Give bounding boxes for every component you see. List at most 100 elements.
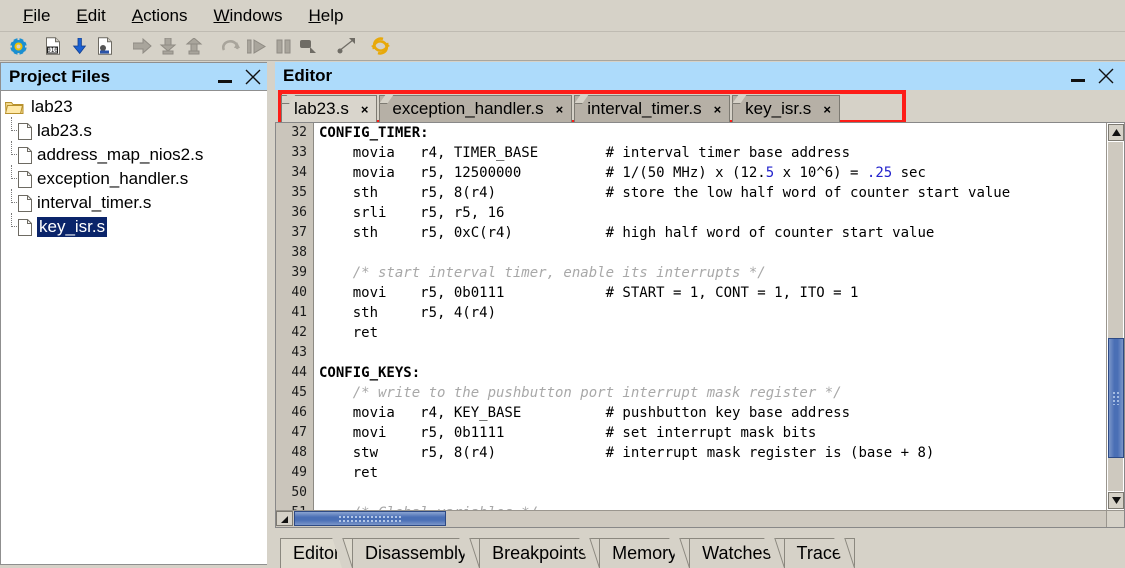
code-line[interactable]: sth r5, 4(r4) [315, 303, 1106, 323]
bottom-tab-trace[interactable]: Trace [783, 538, 855, 568]
editor-tab-exception_handler-s[interactable]: exception_handler.s × [379, 95, 573, 122]
code-line[interactable]: ret [315, 463, 1106, 483]
code-line[interactable] [315, 343, 1106, 363]
refresh-icon[interactable] [367, 34, 393, 58]
code-line[interactable]: movia r4, KEY_BASE # pushbutton key base… [315, 403, 1106, 423]
code-token: ret [319, 325, 379, 341]
line-number: 46 [291, 405, 307, 420]
code-token: # 1/(50 MHz) x (12. [605, 165, 766, 181]
code-token: sth r5, 8(r4) [319, 185, 606, 201]
menu-item-help[interactable]: Help [295, 4, 356, 28]
restart-icon [218, 34, 244, 58]
close-icon[interactable] [244, 68, 262, 86]
svg-text:010: 010 [47, 47, 58, 54]
code-line[interactable]: CONFIG_TIMER: [315, 123, 1106, 143]
vertical-scroll-thumb[interactable] [1108, 338, 1124, 458]
code-line[interactable]: sth r5, 8(r4) # store the low half word … [315, 183, 1106, 203]
minimize-icon[interactable] [1069, 67, 1087, 85]
close-tab-icon[interactable]: × [823, 103, 831, 116]
panel-divider[interactable] [267, 62, 273, 568]
tree-item-exception_handler-s[interactable]: exception_handler.s [5, 165, 272, 191]
code-line[interactable]: CONFIG_KEYS: [315, 363, 1106, 383]
code-line[interactable]: movi r5, 0b0111 # START = 1, CONT = 1, I… [315, 283, 1106, 303]
close-icon[interactable] [1097, 67, 1115, 85]
editor-tab-lab23-s[interactable]: lab23.s × [281, 95, 378, 122]
code-line[interactable] [315, 483, 1106, 503]
code-line[interactable] [315, 243, 1106, 263]
download-icon[interactable] [66, 34, 92, 58]
code-line[interactable]: srli r5, r5, 16 [315, 203, 1106, 223]
code-line[interactable]: movia r5, 12500000 # 1/(50 MHz) x (12.5 … [315, 163, 1106, 183]
bottom-tab-label: Memory [612, 543, 678, 563]
close-tab-icon[interactable]: × [361, 103, 369, 116]
code-line[interactable]: /* write to the pushbutton port interrup… [315, 383, 1106, 403]
run-icon [244, 34, 270, 58]
source-code-area[interactable]: CONFIG_TIMER: movia r4, TIMER_BASE # int… [315, 123, 1106, 510]
line-number: 32 [291, 125, 307, 140]
code-line[interactable]: /* Global variables */ [315, 503, 1106, 510]
menu-item-actions[interactable]: Actions [119, 4, 201, 28]
file-icon [18, 122, 32, 140]
code-line[interactable]: sth r5, 0xC(r4) # high half word of coun… [315, 223, 1106, 243]
project-files-window-buttons [216, 68, 266, 86]
code-line[interactable]: movia r4, TIMER_BASE # interval timer ba… [315, 143, 1106, 163]
tree-item-label: address_map_nios2.s [37, 145, 204, 164]
line-number: 40 [291, 285, 307, 300]
tree-item-lab23-s[interactable]: lab23.s [5, 117, 272, 143]
bottom-tab-memory[interactable]: Memory [599, 538, 691, 568]
scroll-down-icon[interactable] [1108, 492, 1124, 509]
horizontal-scroll-thumb[interactable] [294, 511, 446, 526]
editor-panel: Editor lab23.s × exception_handler.s × inter… [275, 62, 1125, 568]
horizontal-scrollbar[interactable] [276, 510, 1106, 527]
vertical-scrollbar[interactable] [1106, 123, 1124, 510]
tree-item-interval_timer-s[interactable]: interval_timer.s [5, 189, 272, 215]
menu-label: indows [229, 5, 283, 25]
code-line[interactable]: ret [315, 323, 1106, 343]
code-token: # pushbutton key base address [605, 405, 851, 421]
compile-icon[interactable]: 010 [40, 34, 66, 58]
line-number: 37 [291, 225, 307, 240]
code-line[interactable]: /* start interval timer, enable its inte… [315, 263, 1106, 283]
scroll-left-icon[interactable] [276, 511, 293, 526]
editor-tab-key_isr-s[interactable]: key_isr.s × [732, 95, 840, 122]
code-view[interactable]: 32 33 34 35 36 37 38 39 40 41 42 43 44 45 46 47 48 49 50 51… [276, 123, 1106, 510]
menu-mnemonic: F [23, 5, 34, 25]
close-tab-icon[interactable]: × [556, 103, 564, 116]
load-program-icon[interactable] [92, 34, 118, 58]
line-number: 41 [291, 305, 307, 320]
code-token: # interrupt mask register is (base + 8) [605, 445, 935, 461]
scroll-up-icon[interactable] [1108, 124, 1124, 141]
line-number: 49 [291, 465, 307, 480]
tree-item-address_map_nios2-s[interactable]: address_map_nios2.s [5, 141, 272, 167]
tree-root-label: lab23 [31, 97, 73, 116]
code-token: # store the low half word of counter sta… [605, 185, 1011, 201]
bottom-tab-disassembly[interactable]: Disassembly [352, 538, 481, 568]
menu-item-windows[interactable]: Windows [200, 4, 295, 28]
editor-title: Editor [283, 66, 333, 85]
menu-item-file[interactable]: File [10, 4, 63, 28]
code-token: /* write to the pushbutton port interrup… [319, 385, 842, 401]
tree-item-key_isr-s[interactable]: key_isr.s [5, 213, 272, 239]
editor-window-buttons [1069, 67, 1119, 85]
bottom-tab-editor[interactable]: Editor [280, 538, 354, 568]
project-files-tree-container[interactable]: lab23 lab23.s address_map_nios2.s exception… [0, 90, 273, 565]
code-line[interactable]: stw r5, 8(r4) # interrupt mask register … [315, 443, 1106, 463]
bottom-tab-label: Disassembly [365, 543, 468, 563]
tree-root-lab23[interactable]: lab23 [4, 95, 272, 119]
code-line[interactable]: movi r5, 0b1111 # set interrupt mask bit… [315, 423, 1106, 443]
bottom-tab-watches[interactable]: Watches [689, 538, 785, 568]
scroll-grip-icon [1112, 391, 1120, 405]
code-token: movia r4, TIMER_BASE [319, 145, 606, 161]
settings-gear-icon[interactable] [5, 34, 31, 58]
code-token: movia r4, KEY_BASE [319, 405, 606, 421]
menu-item-edit[interactable]: Edit [63, 4, 118, 28]
code-token: # set interrupt mask bits [605, 425, 817, 441]
editor-tab-interval_timer-s[interactable]: interval_timer.s × [574, 95, 731, 122]
tree-item-label: interval_timer.s [37, 193, 152, 212]
editor-title-bar: Editor [275, 62, 1125, 90]
bottom-tab-breakpoints[interactable]: Breakpoints [479, 538, 601, 568]
minimize-icon[interactable] [216, 68, 234, 86]
close-tab-icon[interactable]: × [714, 103, 722, 116]
code-token: sth r5, 4(r4) [319, 305, 497, 321]
menu-mnemonic: A [131, 5, 144, 25]
